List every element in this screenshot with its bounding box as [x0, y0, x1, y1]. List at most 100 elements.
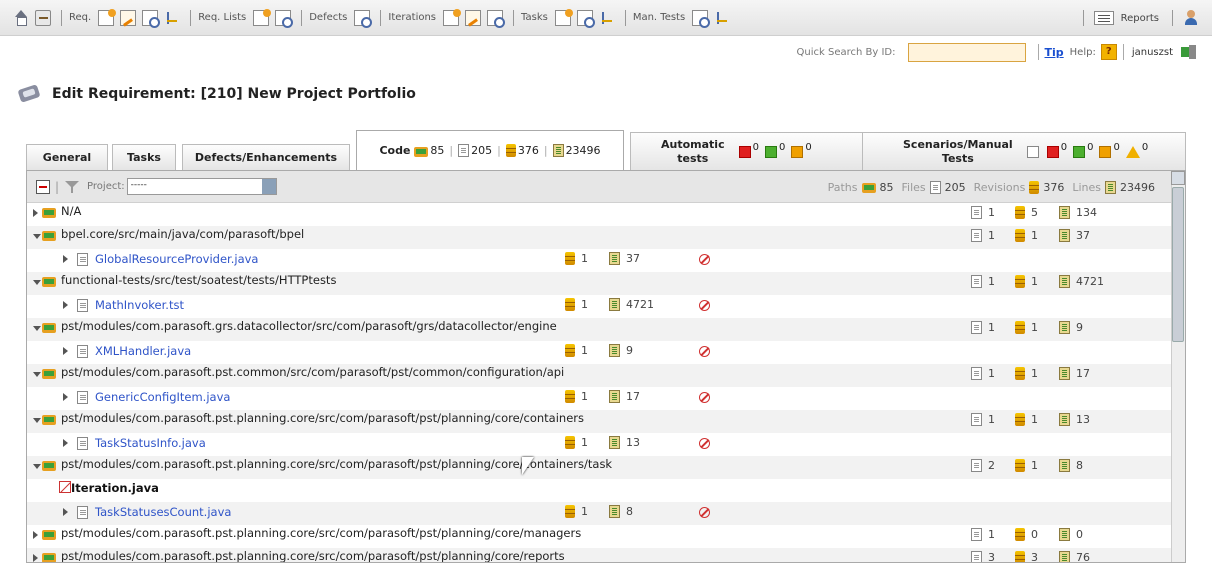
stat-revisions: 1	[1015, 321, 1053, 334]
tree-row[interactable]: Iteration.java	[27, 479, 1173, 502]
stat-revisions-value: 0	[1031, 528, 1038, 541]
tree-row[interactable]: N/A 1 5 134	[27, 203, 1173, 226]
file-icon	[971, 275, 982, 288]
toolbar-groups: Req. Req. Lists Defects Iterations Tasks Man.…	[69, 8, 733, 28]
tree-row[interactable]: MathInvoker.tst 1 4721	[27, 295, 1173, 318]
collapse-arrow-icon[interactable]	[33, 326, 41, 331]
scroll-up-button[interactable]	[1171, 171, 1185, 185]
collapse-arrow-icon[interactable]	[33, 280, 41, 285]
logout-icon[interactable]	[1181, 44, 1197, 60]
edit-icon[interactable]	[465, 9, 482, 26]
tree-row[interactable]: pst/modules/com.parasoft.pst.planning.co…	[27, 456, 1173, 479]
tab-bar: General Tasks Defects/Enhancements Code …	[26, 130, 1186, 170]
add-icon[interactable]	[554, 8, 573, 26]
collapse-all-icon[interactable]	[36, 179, 50, 194]
tree-row[interactable]: GlobalResourceProvider.java 1 37	[27, 249, 1173, 272]
stat-lines: 0	[1059, 528, 1083, 541]
stat-revisions: 1	[565, 344, 603, 357]
file-link[interactable]: GenericConfigItem.java	[95, 390, 230, 404]
no-link-icon	[699, 346, 710, 357]
reports-button[interactable]: Reports	[1091, 11, 1159, 25]
quick-search-label: Quick Search By ID:	[796, 46, 896, 58]
tree-icon[interactable]	[164, 10, 180, 26]
stat-revisions: 1	[1015, 367, 1053, 380]
expand-arrow-icon[interactable]	[63, 301, 68, 309]
file-icon	[929, 180, 941, 194]
tree-row[interactable]: TaskStatusInfo.java 1 13	[27, 433, 1173, 456]
tree-row[interactable]: GenericConfigItem.java 1 17	[27, 387, 1173, 410]
expand-arrow-icon[interactable]	[63, 508, 68, 516]
tree-row[interactable]: pst/modules/com.parasoft.grs.datacollect…	[27, 318, 1173, 341]
summary-lines-label: Lines	[1072, 180, 1101, 194]
user-icon[interactable]	[1183, 10, 1199, 26]
no-link-icon	[699, 392, 710, 403]
filter-icon[interactable]	[64, 179, 80, 195]
tab-scenarios-manual-tests[interactable]: Scenarios/Manual Tests 0 0 0 0	[862, 132, 1186, 170]
file-icon	[971, 321, 982, 334]
file-link[interactable]: TaskStatusInfo.java	[95, 436, 206, 450]
tree-icon[interactable]	[599, 10, 615, 26]
tip-link[interactable]: Tip	[1045, 46, 1064, 59]
search-icon[interactable]	[275, 9, 294, 28]
file-link[interactable]: XMLHandler.java	[95, 344, 191, 358]
tree-row[interactable]: XMLHandler.java 1 9	[27, 341, 1173, 364]
tab-automatic-tests[interactable]: Automatic tests 0 0 0	[630, 132, 882, 170]
add-icon[interactable]	[98, 8, 117, 26]
expand-arrow-icon[interactable]	[63, 393, 68, 401]
tab-defects-enhancements[interactable]: Defects/Enhancements	[182, 144, 350, 170]
file-icon	[77, 506, 88, 519]
tree-icon[interactable]	[714, 10, 730, 26]
add-icon[interactable]	[253, 8, 272, 26]
expand-arrow-icon[interactable]	[63, 347, 68, 355]
search-icon[interactable]	[354, 9, 373, 28]
failed-icon	[738, 145, 751, 158]
collapse-arrow-icon[interactable]	[33, 234, 41, 239]
quick-search-input[interactable]	[907, 42, 1026, 62]
help-button[interactable]: ?	[1100, 44, 1117, 60]
tree-row[interactable]: pst/modules/com.parasoft.pst.planning.co…	[27, 525, 1173, 548]
stat-lines: 13	[609, 436, 640, 449]
stat-files: 1	[971, 206, 1009, 219]
file-link[interactable]: GlobalResourceProvider.java	[95, 252, 258, 266]
tools-icon[interactable]	[35, 9, 51, 26]
summary-revisions-value: 376	[1043, 180, 1065, 194]
path-stats: 1 1 37	[971, 229, 1090, 242]
lines-icon	[552, 144, 564, 157]
code-summary: Paths 85 Files 205 Revisions 376 Lines 2…	[828, 171, 1159, 203]
file-link[interactable]: TaskStatusesCount.java	[95, 505, 231, 519]
tree-row[interactable]: pst/modules/com.parasoft.pst.planning.co…	[27, 410, 1173, 433]
tab-code[interactable]: Code 85 | 205 | 376 | 23496	[356, 130, 624, 170]
add-icon[interactable]	[443, 8, 462, 26]
search-icon[interactable]	[692, 9, 711, 28]
file-icon	[77, 345, 88, 358]
search-icon[interactable]	[487, 9, 506, 28]
expand-arrow-icon[interactable]	[33, 209, 38, 217]
lines-icon	[609, 505, 620, 518]
file-link[interactable]: MathInvoker.tst	[95, 298, 184, 312]
tree-row[interactable]: TaskStatusesCount.java 1 8	[27, 502, 1173, 525]
file-icon	[77, 253, 88, 266]
path-stats: 1 1 17	[971, 367, 1090, 380]
expand-arrow-icon[interactable]	[63, 255, 68, 263]
folder-icon	[42, 321, 56, 333]
folder-icon	[42, 528, 56, 540]
search-icon[interactable]	[576, 9, 595, 28]
collapse-arrow-icon[interactable]	[33, 418, 41, 423]
project-select[interactable]: -----	[126, 178, 277, 195]
expand-arrow-icon[interactable]	[63, 439, 68, 447]
edit-icon[interactable]	[120, 9, 137, 26]
vertical-scrollbar[interactable]	[1171, 171, 1185, 562]
home-icon[interactable]	[13, 9, 29, 26]
scroll-thumb[interactable]	[1172, 187, 1184, 342]
expand-arrow-icon[interactable]	[33, 554, 38, 562]
tree-row[interactable]: functional-tests/src/test/soatest/tests/…	[27, 272, 1173, 295]
tab-general[interactable]: General	[26, 144, 108, 170]
tree-row[interactable]: pst/modules/com.parasoft.pst.common/src/…	[27, 364, 1173, 387]
tree-row[interactable]: pst/modules/com.parasoft.pst.planning.co…	[27, 548, 1173, 562]
tree-row[interactable]: bpel.core/src/main/java/com/parasoft/bpe…	[27, 226, 1173, 249]
tab-tasks[interactable]: Tasks	[112, 144, 176, 170]
collapse-arrow-icon[interactable]	[33, 464, 41, 469]
search-icon[interactable]	[142, 9, 161, 28]
collapse-arrow-icon[interactable]	[33, 372, 41, 377]
expand-arrow-icon[interactable]	[33, 531, 38, 539]
